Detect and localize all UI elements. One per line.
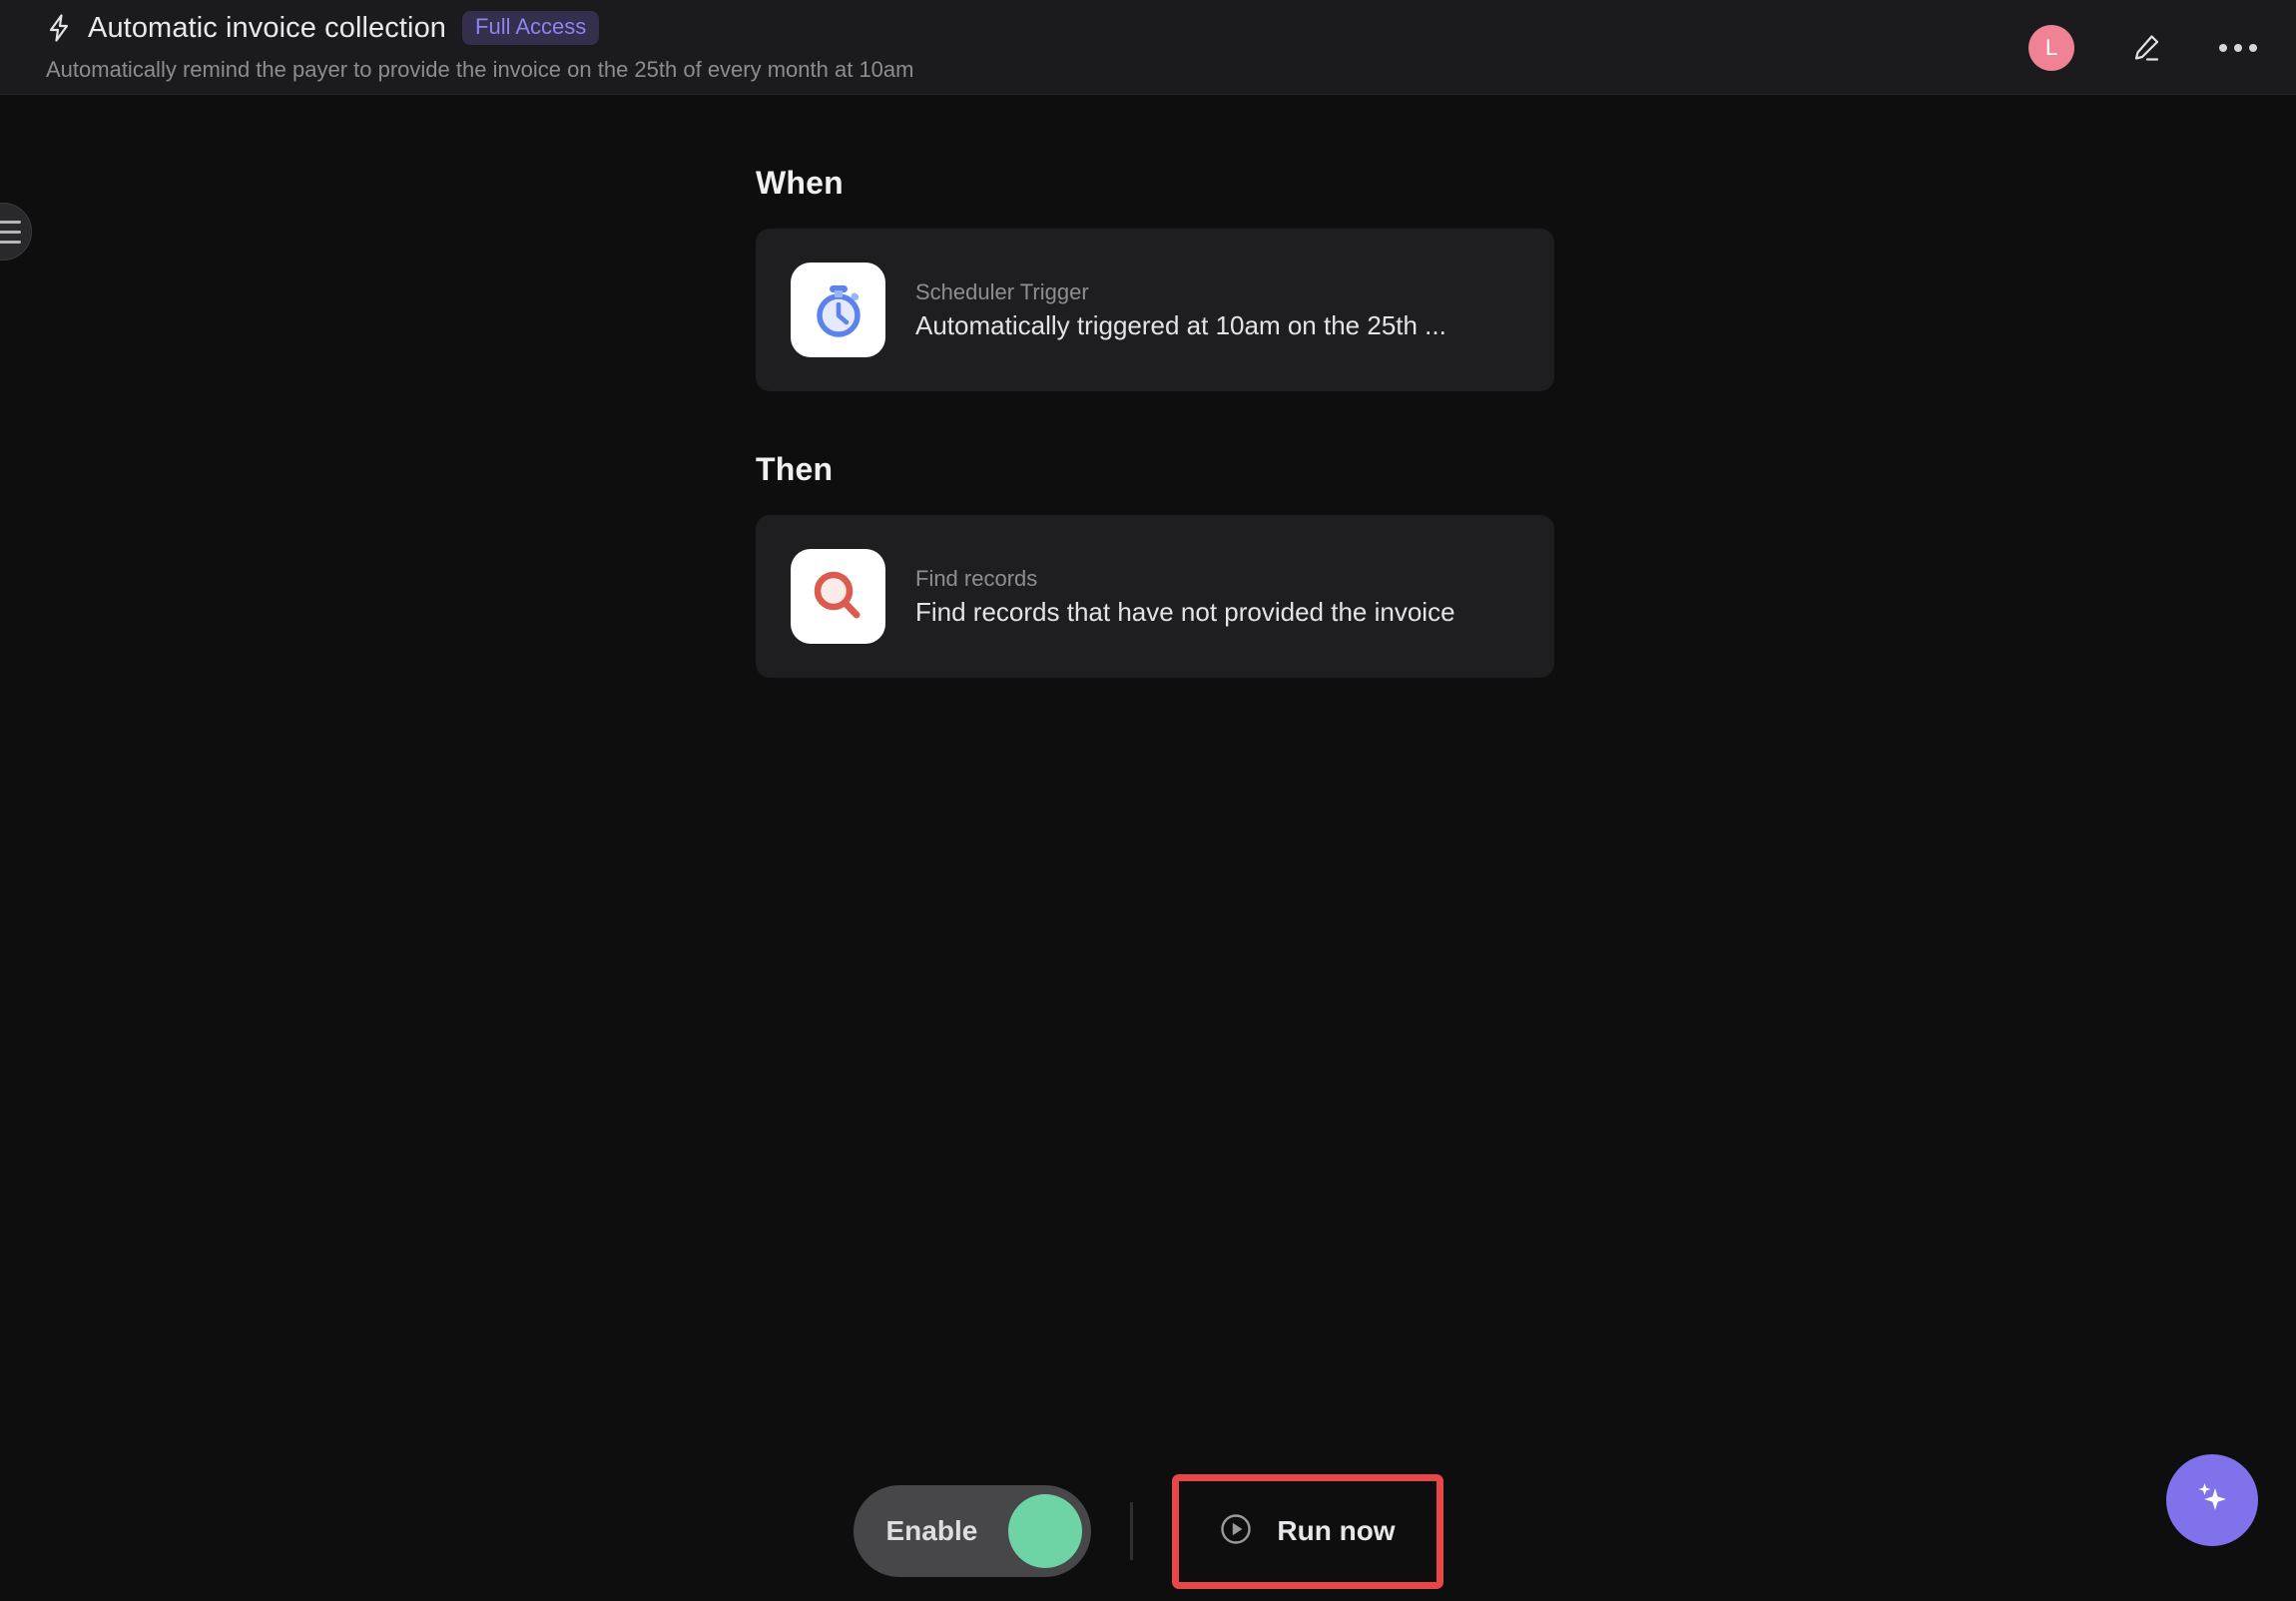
then-card-kicker: Find records bbox=[915, 565, 1038, 591]
when-trigger-card[interactable]: Scheduler Trigger Automatically triggere… bbox=[756, 229, 1554, 391]
more-dots bbox=[2219, 43, 2257, 52]
play-circle-icon bbox=[1219, 1512, 1253, 1551]
enable-toggle[interactable]: Enable bbox=[853, 1485, 1091, 1577]
header-title-block: Automatic invoice collection Full Access… bbox=[46, 6, 913, 83]
run-now-label: Run now bbox=[1277, 1515, 1396, 1546]
ai-sparkle-icon bbox=[2189, 1475, 2235, 1526]
when-card-kicker: Scheduler Trigger bbox=[915, 278, 1089, 304]
hamburger-bar bbox=[0, 230, 21, 234]
ai-assistant-button[interactable] bbox=[2166, 1454, 2258, 1546]
access-badge: Full Access bbox=[462, 11, 600, 45]
avatar[interactable]: L bbox=[2028, 24, 2074, 71]
run-now-highlight: Run now bbox=[1171, 1473, 1443, 1589]
hamburger-bar bbox=[0, 240, 21, 244]
page-title: Automatic invoice collection bbox=[88, 11, 447, 44]
then-section-label: Then bbox=[756, 451, 834, 487]
dot bbox=[2249, 43, 2257, 52]
when-section-label: When bbox=[756, 165, 844, 201]
app-header: Automatic invoice collection Full Access… bbox=[0, 0, 2296, 95]
dot bbox=[2219, 43, 2227, 52]
pencil-edit-icon[interactable] bbox=[2126, 28, 2166, 68]
then-card-description: Find records that have not provided the … bbox=[915, 596, 1455, 627]
scheduler-stopwatch-icon bbox=[791, 263, 885, 357]
automation-flow: When Scheduler Trigger Automatically tri… bbox=[756, 165, 1554, 678]
then-action-card[interactable]: Find records Find records that have not … bbox=[756, 515, 1554, 678]
page-subtitle: Automatically remind the payer to provid… bbox=[46, 57, 914, 82]
when-card-text: Scheduler Trigger Automatically triggere… bbox=[915, 279, 1446, 341]
header-actions: L bbox=[2028, 0, 2258, 95]
title-row: Automatic invoice collection Full Access bbox=[46, 6, 913, 50]
lightning-bolt-icon bbox=[46, 13, 72, 43]
run-now-button[interactable]: Run now bbox=[1195, 1498, 1419, 1565]
dot bbox=[2234, 43, 2242, 52]
then-card-text: Find records Find records that have not … bbox=[915, 566, 1455, 628]
enable-toggle-knob bbox=[1007, 1494, 1082, 1568]
main-content: When Scheduler Trigger Automatically tri… bbox=[0, 95, 2296, 1593]
more-options-icon[interactable] bbox=[2218, 28, 2258, 68]
enable-toggle-label: Enable bbox=[885, 1515, 978, 1546]
when-card-description: Automatically triggered at 10am on the 2… bbox=[915, 309, 1446, 340]
action-divider bbox=[1129, 1502, 1133, 1560]
find-records-magnifier-icon bbox=[791, 549, 885, 644]
hamburger-menu-icon[interactable] bbox=[0, 203, 32, 261]
hamburger-bar bbox=[0, 220, 21, 224]
footer-action-bar: Enable Run now bbox=[0, 1461, 2296, 1601]
